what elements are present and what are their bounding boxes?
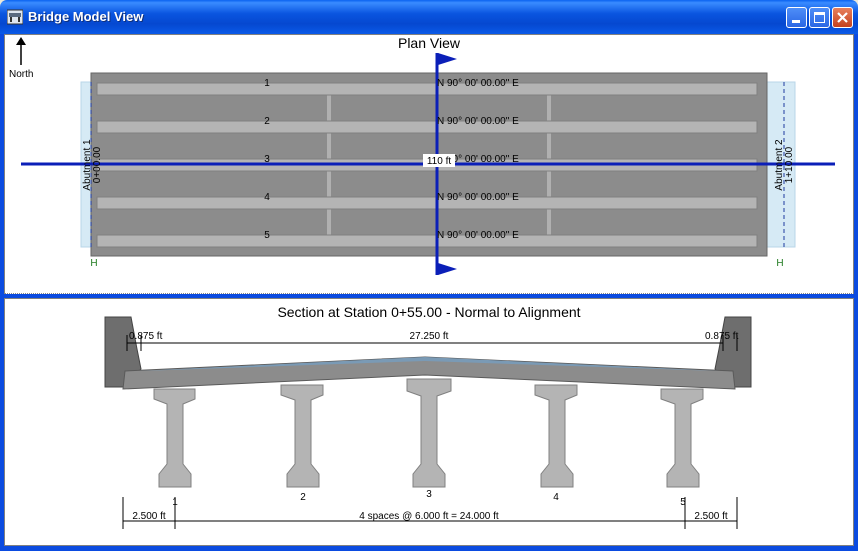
close-button[interactable] (832, 7, 853, 28)
section-girder-number-3: 3 (426, 489, 432, 500)
app-icon (7, 9, 23, 25)
abutment-2-station: 1+10.00 (784, 146, 795, 183)
section-title: Section at Station 0+55.00 - Normal to A… (277, 304, 580, 320)
right-spacing-label: 2.500 ft (694, 511, 728, 522)
title-bar[interactable]: Bridge Model View (0, 0, 858, 34)
abutment-1-station: 0+00.00 (92, 146, 103, 183)
plan-title: Plan View (398, 35, 461, 51)
left-spacing-label: 2.500 ft (132, 511, 166, 522)
section-girder-number-2: 2 (300, 492, 306, 503)
girder-number-1: 1 (264, 78, 270, 89)
section-view-canvas[interactable]: Section at Station 0+55.00 - Normal to A… (5, 299, 853, 545)
section-flag-bottom-icon (438, 263, 457, 275)
window-title: Bridge Model View (28, 9, 144, 24)
maximize-button[interactable] (809, 7, 830, 28)
close-icon (837, 12, 848, 23)
left-overhang-label: 0.875 ft (129, 331, 163, 342)
plan-view-pane[interactable]: North Plan View 1 2 3 4 5 N 90° 00' 00.0… (4, 34, 854, 294)
section-girder-number-4: 4 (553, 492, 559, 503)
girder-3 (406, 378, 452, 488)
deck-width-label: 27.250 ft (410, 331, 449, 342)
girder-2 (280, 384, 324, 488)
north-arrow-icon (16, 37, 26, 65)
girder-5 (660, 388, 704, 488)
girder-bearing-2: N 90° 00' 00.00" E (437, 116, 519, 127)
girder-number-3: 3 (264, 154, 270, 165)
girder-spacing-label: 4 spaces @ 6.000 ft = 24.000 ft (359, 511, 499, 522)
right-overhang-label: 0.875 ft (705, 331, 739, 342)
abutment-1-marker: H (90, 258, 97, 269)
section-flag-top-icon (438, 53, 457, 65)
minimize-icon (792, 20, 800, 23)
abutment-2-marker: H (776, 258, 783, 269)
girder-bearing-4: N 90° 00' 00.00" E (437, 192, 519, 203)
girder-line-4[interactable] (96, 196, 758, 210)
girder-line-2[interactable] (96, 120, 758, 134)
girder-line-5[interactable] (96, 234, 758, 248)
girder-1 (153, 388, 196, 488)
girder-number-2: 2 (264, 116, 270, 127)
north-label: North (9, 69, 33, 80)
girder-bearing-5: N 90° 00' 00.00" E (437, 230, 519, 241)
girder-4 (534, 384, 578, 488)
section-view-pane[interactable]: Section at Station 0+55.00 - Normal to A… (4, 298, 854, 546)
girder-bearing-1: N 90° 00' 00.00" E (437, 78, 519, 89)
plan-view-canvas[interactable]: North Plan View 1 2 3 4 5 N 90° 00' 00.0… (5, 35, 853, 293)
girder-number-5: 5 (264, 230, 270, 241)
minimize-button[interactable] (786, 7, 807, 28)
span-label: 110 ft (427, 156, 451, 167)
girder-line-1[interactable] (96, 82, 758, 96)
girders[interactable] (153, 378, 704, 488)
maximize-icon (814, 12, 825, 23)
girder-number-4: 4 (264, 192, 270, 203)
